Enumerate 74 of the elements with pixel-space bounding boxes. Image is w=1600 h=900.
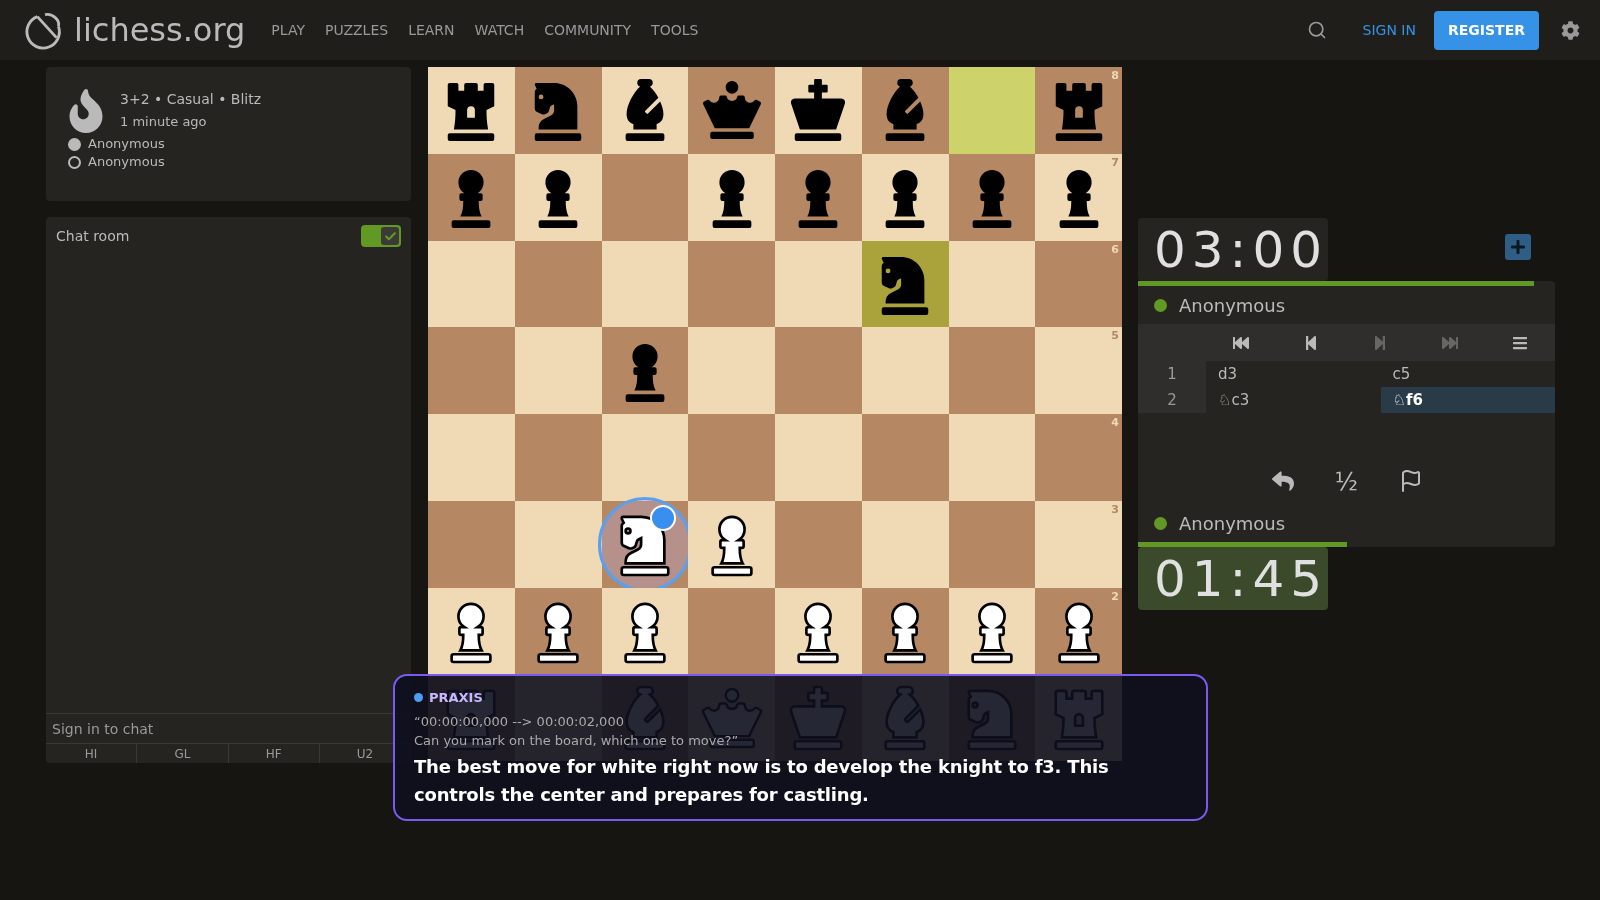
register-button[interactable]: REGISTER (1433, 10, 1539, 50)
menu-icon (1512, 334, 1529, 351)
board-square[interactable] (861, 67, 949, 154)
nav-link[interactable]: WATCH (474, 19, 525, 41)
board-square[interactable] (775, 67, 862, 154)
move[interactable]: d3 (1206, 361, 1381, 387)
chat-preset-button[interactable]: HF (228, 744, 320, 763)
speaker-name: PRAXIS (429, 689, 483, 707)
nav-link[interactable]: LEARN (408, 19, 455, 41)
clock-time: 01:45 (1154, 553, 1329, 604)
game-time: 1 minute ago (120, 113, 208, 131)
undo-icon (1270, 470, 1295, 492)
board-square[interactable] (688, 67, 775, 154)
last-move-icon (1442, 334, 1459, 351)
board-square[interactable] (948, 587, 1036, 675)
board-square[interactable] (861, 240, 949, 328)
board-square[interactable] (775, 587, 862, 675)
check-icon (383, 229, 397, 243)
nav-link[interactable]: PUZZLES (324, 19, 389, 41)
board-square[interactable] (601, 67, 689, 154)
board-square[interactable] (428, 67, 515, 154)
board-square[interactable] (948, 153, 1036, 241)
rank-label: 3 (1111, 501, 1119, 518)
caption-timing: “00:00:00,000 --> 00:00:02,000 (414, 712, 625, 731)
board-square[interactable] (514, 153, 602, 241)
player-name[interactable]: Anonymous (88, 152, 165, 172)
move-number: 2 (1138, 387, 1206, 413)
fire-icon (68, 89, 104, 133)
board-square[interactable] (428, 153, 515, 241)
player-name[interactable]: Anonymous (1179, 291, 1286, 319)
board-square[interactable] (514, 587, 602, 675)
game-type: 3+2 • Casual • Blitz (120, 90, 262, 109)
caption-answer: The best move for white right now is to develop the knight to f3. This controls the center and prepares for castling. (414, 754, 1110, 807)
chat-preset-button[interactable]: GL (137, 744, 229, 763)
rank-label: 5 (1111, 328, 1119, 345)
assistant-avatar-icon (649, 504, 676, 531)
board-square[interactable] (514, 67, 602, 154)
move[interactable]: c5 (1380, 361, 1555, 387)
board-square[interactable] (601, 327, 689, 414)
board-square[interactable] (861, 587, 949, 675)
offer-draw-button[interactable]: ½ (1329, 464, 1364, 498)
move-number: 1 (1138, 361, 1206, 387)
move[interactable]: ♘c3 (1206, 387, 1381, 413)
board-square[interactable] (688, 153, 775, 241)
nav-link[interactable]: PLAY (271, 19, 305, 41)
rank-label: 6 (1111, 241, 1119, 258)
queen-icon[interactable] (702, 79, 761, 142)
player-name[interactable]: Anonymous (88, 134, 165, 154)
plus-icon (1510, 239, 1526, 255)
rank-label: 8 (1111, 68, 1119, 84)
clock-time: 03:00 (1154, 224, 1329, 275)
site-name[interactable]: lichess.org (74, 6, 246, 54)
board-square[interactable] (861, 153, 949, 241)
move[interactable]: ♘f6 (1380, 387, 1555, 413)
board-square[interactable] (688, 500, 775, 588)
rank-label: 7 (1111, 154, 1119, 171)
first-move-icon (1232, 334, 1249, 351)
chat-toggle[interactable] (361, 225, 401, 247)
nav-link[interactable]: TOOLS (651, 19, 699, 41)
nav-link[interactable]: COMMUNITY (544, 19, 632, 41)
sign-in-link[interactable]: SIGN IN (1362, 19, 1416, 41)
add-time-button[interactable] (1505, 234, 1531, 260)
rank-label: 4 (1111, 415, 1119, 431)
board-square[interactable] (428, 587, 515, 675)
search-icon[interactable] (1306, 20, 1327, 40)
board-square[interactable] (601, 587, 689, 675)
chat-title: Chat room (56, 226, 130, 246)
chat-preset-button[interactable]: HI (46, 744, 138, 763)
rank-label: 2 (1111, 588, 1119, 605)
settings-icon[interactable] (1561, 20, 1580, 40)
board-square[interactable] (775, 153, 862, 241)
caption-question: Can you mark on the board, which one to move?” (414, 732, 740, 750)
king-icon[interactable] (789, 79, 848, 142)
player-name[interactable]: Anonymous (1179, 509, 1286, 537)
